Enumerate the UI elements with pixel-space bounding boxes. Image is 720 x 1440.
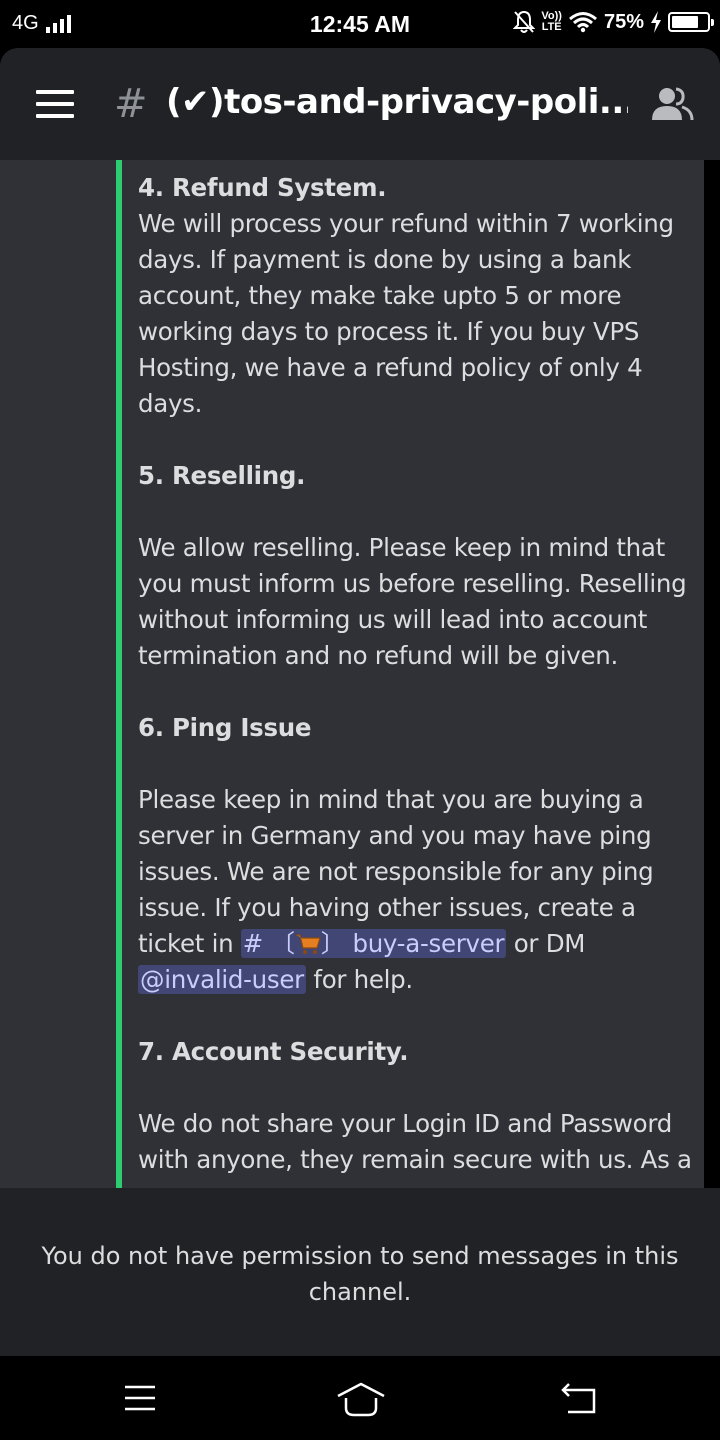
mute-bell-icon — [513, 10, 536, 33]
section-5-title: 5. Reselling. — [138, 461, 306, 490]
recents-icon[interactable] — [122, 1382, 158, 1414]
section-4-body: We will process your refund within 7 wor… — [138, 209, 674, 418]
channel-title[interactable]: (✔)tos-and-privacy-poli... — [166, 82, 628, 122]
message-embed: 4. Refund System. We will process your r… — [0, 160, 704, 1188]
user-mention[interactable]: @invalid-user — [138, 965, 306, 994]
status-right: Vo)) LTE 75% — [513, 10, 714, 34]
section-6-body-b: or DM — [506, 929, 586, 958]
channel-hash-icon: # — [114, 81, 148, 127]
volte-bottom: LTE — [541, 21, 562, 33]
section-6-body: Please keep in mind that you are buying … — [138, 782, 698, 998]
section-4-title: 4. Refund System. — [138, 173, 387, 202]
battery-fill — [672, 16, 698, 28]
channel-mention[interactable]: # 〔 〕 buy-a-server — [240, 929, 507, 958]
section-5-body: We allow reselling. Please keep in mind … — [138, 533, 687, 670]
charging-icon — [651, 11, 661, 33]
embed-accent-bar — [116, 160, 122, 1188]
section-7-title: 7. Account Security. — [138, 1037, 409, 1066]
channel-header: # (✔)tos-and-privacy-poli... — [0, 48, 720, 160]
wifi-icon — [569, 12, 597, 33]
status-bar: 4G 12:45 AM Vo)) LTE 75% — [0, 0, 720, 48]
home-icon[interactable] — [336, 1382, 386, 1418]
channel-mention-bracket-open: 〔 — [270, 929, 296, 958]
embed-content: 4. Refund System. We will process your r… — [138, 170, 698, 1178]
section-7-body: We do not share your Login ID and Passwo… — [138, 1109, 692, 1174]
system-nav-bar — [0, 1356, 720, 1440]
volte-indicator: Vo)) LTE — [541, 11, 562, 33]
members-icon[interactable] — [650, 86, 694, 122]
hamburger-icon[interactable] — [36, 90, 74, 118]
battery-icon — [668, 12, 714, 32]
battery-percent: 75% — [603, 10, 644, 33]
channel-mention-name: buy-a-server — [352, 929, 505, 958]
shopping-cart-icon — [295, 934, 321, 954]
back-icon[interactable] — [560, 1382, 598, 1416]
section-6-body-c: for help. — [305, 965, 413, 994]
no-permission-notice: You do not have permission to send messa… — [41, 1242, 679, 1306]
section-6-title: 6. Ping Issue — [138, 713, 312, 742]
message-list[interactable]: 4. Refund System. We will process your r… — [0, 160, 720, 1188]
composer-area: You do not have permission to send messa… — [0, 1188, 720, 1356]
channel-mention-bracket-close: 〕 — [320, 929, 346, 958]
channel-mention-hash: # — [242, 929, 264, 958]
